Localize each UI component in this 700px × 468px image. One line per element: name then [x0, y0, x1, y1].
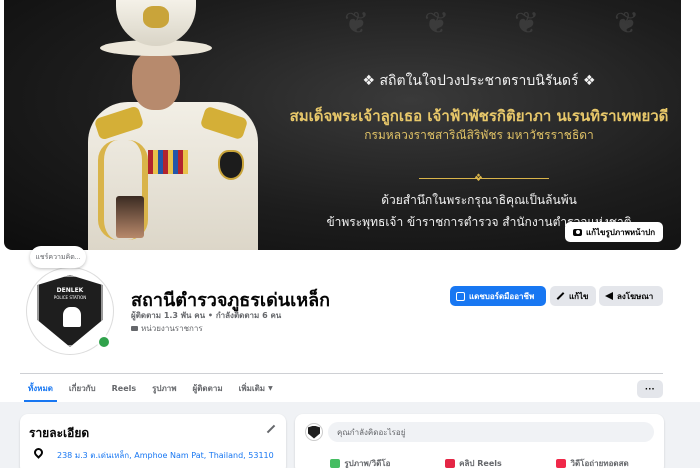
pencil-icon[interactable] — [266, 424, 276, 434]
emblem-icon — [63, 307, 81, 327]
advertise-button[interactable]: ลงโฆษณา — [599, 286, 663, 306]
details-card: รายละเอียด 238 ม.3 ต.เด่นเหล็ก, Amphoe N… — [20, 414, 286, 468]
composer-actions: รูปภาพ/วิดีโอ คลิป Reels วิดีโอถ่ายทอดสด — [303, 457, 656, 468]
more-options-button[interactable]: ··· — [637, 380, 663, 398]
dashboard-label: แดชบอร์ดมืออาชีพ — [469, 291, 535, 301]
photo-video-button[interactable]: รูปภาพ/วิดีโอ — [330, 457, 390, 468]
cover-dedication: ด้วยสำนึกในพระกรุณาธิคุณเป็นล้นพ้น — [381, 193, 577, 207]
police-badge-icon — [218, 150, 244, 180]
ornament-icon: ❦ — [344, 6, 370, 41]
police-shield-logo: DENLEK POLICE STATION — [37, 275, 103, 347]
post-composer: คุณกำลังคิดอะไรอยู่ รูปภาพ/วิดีโอ คลิป R… — [295, 414, 664, 468]
online-status-indicator — [97, 335, 111, 349]
ornament-icon: ❦ — [424, 6, 450, 41]
edit-label: แก้ไข — [569, 291, 589, 301]
briefcase-icon — [131, 326, 138, 331]
composer-avatar[interactable] — [305, 423, 323, 441]
ornament-icon: ❖ — [474, 173, 483, 184]
tab-followers[interactable]: ผู้ติดตาม — [185, 375, 231, 402]
ornament-icon: ❦ — [614, 6, 640, 41]
cover-royal-name: สมเด็จพระเจ้าลูกเธอ เจ้าฟ้าพัชรกิติยาภา … — [289, 107, 669, 125]
tab-all[interactable]: ทั้งหมด — [20, 375, 61, 402]
category-label: หน่วยงานราชการ — [141, 324, 203, 333]
ornament-icon: ❦ — [514, 6, 540, 41]
followers-count[interactable]: ผู้ติดตาม 1.3 พัน คน • กำลังติดตาม 6 คน — [131, 309, 281, 322]
page-header: ❦ ❦ ❦ ❦ ❖ สถิตในใจปวงประชาตราบนิรันดร์ ❖… — [0, 0, 700, 402]
professional-dashboard-button[interactable]: แดชบอร์ดมืออาชีพ — [450, 286, 546, 306]
cover-photo[interactable]: ❦ ❦ ❦ ❦ ❖ สถิตในใจปวงประชาตราบนิรันดร์ ❖… — [4, 0, 681, 250]
profile-tabs: ทั้งหมด เกี่ยวกับ Reels รูปภาพ ผู้ติดตาม… — [20, 375, 281, 402]
tab-about[interactable]: เกี่ยวกับ — [61, 375, 104, 402]
tab-more[interactable]: เพิ่มเติม ▼ — [231, 375, 281, 402]
live-video-button[interactable]: วิดีโอถ่ายทอดสด — [556, 457, 629, 468]
edit-button[interactable]: แก้ไข — [550, 286, 596, 306]
details-title: รายละเอียด — [29, 426, 90, 440]
tab-reels[interactable]: Reels — [104, 375, 145, 402]
location-pin-icon — [32, 446, 45, 459]
advertise-label: ลงโฆษณา — [617, 291, 654, 301]
logo-subtitle: POLICE STATION — [53, 295, 87, 300]
police-shield-logo — [308, 425, 320, 439]
page-category: หน่วยงานราชการ — [131, 322, 203, 335]
edit-cover-button[interactable]: แก้ไขรูปภาพหน้าปก — [565, 222, 664, 242]
divider — [20, 373, 663, 374]
live-video-icon — [556, 459, 567, 468]
reels-icon — [445, 459, 456, 468]
camera-icon — [573, 228, 582, 236]
cover-royal-title: กรมหลวงราชสาริณีสิริพัชร มหาวัชรราชธิดา — [364, 128, 594, 142]
cover-heading: ❖ สถิตในใจปวงประชาตราบนิรันดร์ ❖ — [362, 73, 596, 89]
tab-photos[interactable]: รูปภาพ — [144, 375, 184, 402]
caret-down-icon: ▼ — [268, 385, 273, 392]
dashboard-icon — [456, 291, 465, 301]
divider — [419, 178, 549, 179]
photo-icon — [330, 459, 341, 468]
pencil-icon — [556, 292, 565, 300]
edit-cover-label: แก้ไขรูปภาพหน้าปก — [586, 227, 656, 237]
address-link[interactable]: 238 ม.3 ต.เด่นเหล็ก, Amphoe Nam Pat, Tha… — [57, 449, 274, 462]
reels-button[interactable]: คลิป Reels — [445, 457, 502, 468]
note-bubble[interactable]: แชร์ความคิด... — [30, 246, 86, 268]
composer-input[interactable]: คุณกำลังคิดอะไรอยู่ — [328, 422, 654, 442]
megaphone-icon — [605, 292, 613, 300]
cover-portrait — [88, 0, 268, 250]
logo-title: DENLEK — [56, 287, 84, 294]
